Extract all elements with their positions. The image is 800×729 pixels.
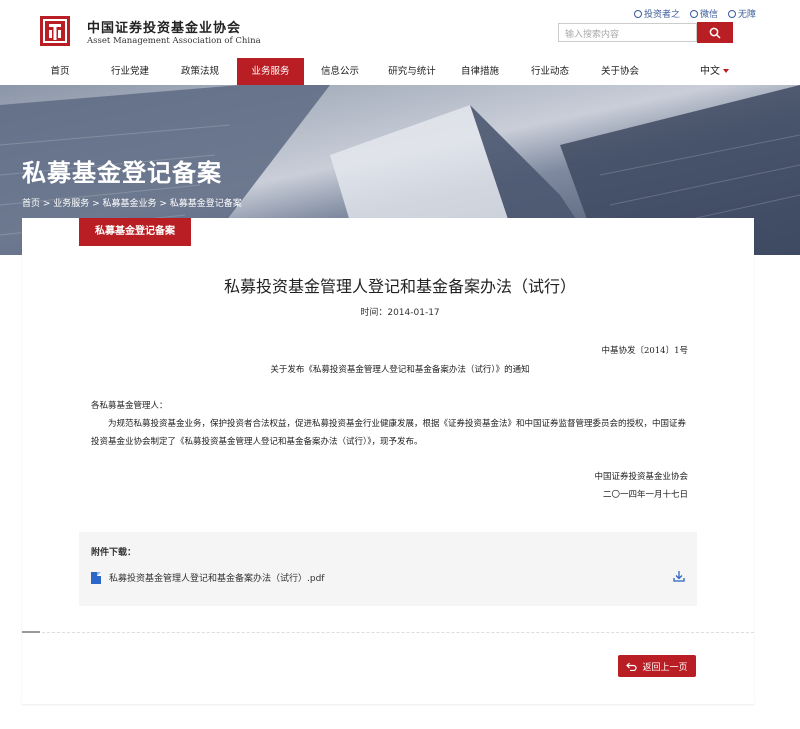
nav-item-news[interactable]: 行业动态 bbox=[522, 58, 578, 85]
attachments-panel: 附件下载： 私募投资基金管理人登记和基金备案办法（试行）.pdf bbox=[79, 532, 697, 606]
download-icon[interactable] bbox=[673, 570, 685, 582]
top-links: 投资者之 微信 无障 bbox=[633, 7, 756, 20]
nav-item-about[interactable]: 关于协会 bbox=[592, 58, 648, 85]
back-button-label: 返回上一页 bbox=[642, 662, 688, 673]
brand-name-en[interactable]: Asset Management Association of China bbox=[87, 36, 261, 46]
brand-name-cn[interactable]: 中国证券投资基金业协会 bbox=[87, 17, 241, 36]
attachment-link[interactable]: 私募投资基金管理人登记和基金备案办法（试行）.pdf bbox=[91, 571, 324, 584]
signature-date: 二〇一四年一月十七日 bbox=[602, 490, 688, 500]
article-time: 时间：2014-01-17 bbox=[360, 308, 440, 318]
nav-item-services[interactable]: 业务服务 bbox=[237, 58, 304, 85]
wechat-link[interactable]: 微信 bbox=[689, 7, 718, 20]
nav-item-disclosure[interactable]: 信息公示 bbox=[312, 58, 368, 85]
association-logo-icon[interactable] bbox=[40, 16, 70, 46]
signature-org: 中国证券投资基金业协会 bbox=[594, 472, 688, 482]
wechat-icon bbox=[689, 9, 698, 18]
main-nav: 首页 行业党建 政策法规 业务服务 信息公示 研究与统计 自律措施 行业动态 关… bbox=[0, 58, 800, 85]
attachments-title: 附件下载： bbox=[91, 548, 137, 558]
document-greeting: 各私募基金管理人： bbox=[91, 401, 168, 411]
pdf-file-icon bbox=[91, 571, 101, 584]
language-selector[interactable]: 中文 bbox=[700, 58, 729, 85]
nav-item-home[interactable]: 首页 bbox=[38, 58, 82, 85]
investor-link-label: 投资者之 bbox=[643, 10, 680, 20]
search-input[interactable]: 输入搜索内容 bbox=[558, 23, 697, 42]
accessibility-link-label: 无障 bbox=[737, 10, 756, 20]
site-header: 中国证券投资基金业协会 Asset Management Association… bbox=[0, 0, 800, 58]
section-tag: 私募基金登记备案 bbox=[79, 218, 191, 246]
breadcrumb[interactable]: 首页 > 业务服务 > 私募基金业务 > 私募基金登记备案 bbox=[22, 196, 242, 209]
article-title: 私募投资基金管理人登记和基金备案办法（试行） bbox=[223, 277, 576, 296]
accessibility-link[interactable]: 无障 bbox=[727, 7, 756, 20]
nav-item-self-discipline[interactable]: 自律措施 bbox=[452, 58, 508, 85]
nav-item-policy[interactable]: 政策法规 bbox=[172, 58, 228, 85]
document-body: 为规范私募投资基金业务，保护投资者合法权益，促进私募投资基金行业健康发展，根据《… bbox=[91, 419, 687, 447]
nav-item-research[interactable]: 研究与统计 bbox=[380, 58, 444, 85]
divider-mark bbox=[22, 631, 40, 633]
page-title: 私募基金登记备案 bbox=[22, 159, 222, 187]
return-arrow-icon bbox=[626, 662, 638, 671]
user-icon bbox=[633, 9, 642, 18]
nav-item-party[interactable]: 行业党建 bbox=[102, 58, 158, 85]
wechat-link-label: 微信 bbox=[699, 10, 718, 20]
search-icon bbox=[709, 27, 721, 39]
language-label: 中文 bbox=[700, 66, 720, 77]
divider bbox=[22, 632, 754, 633]
investor-link[interactable]: 投资者之 bbox=[633, 7, 680, 20]
search-button[interactable] bbox=[697, 22, 733, 43]
document-subject: 关于发布《私募投资基金管理人登记和基金备案办法（试行）》的通知 bbox=[270, 365, 530, 375]
document-number: 中基协发〔2014〕1号 bbox=[601, 346, 688, 356]
attachment-name[interactable]: 私募投资基金管理人登记和基金备案办法（试行）.pdf bbox=[109, 571, 324, 584]
back-button[interactable]: 返回上一页 bbox=[618, 655, 696, 677]
accessibility-icon bbox=[727, 9, 736, 18]
chevron-down-icon bbox=[723, 69, 729, 73]
